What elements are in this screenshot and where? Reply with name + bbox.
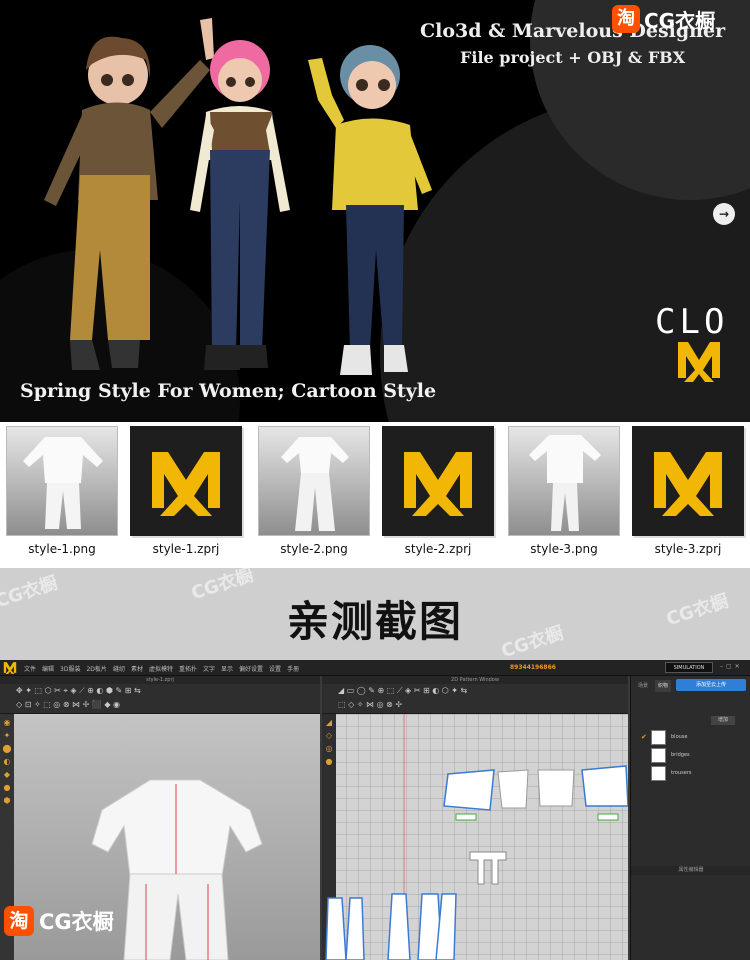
thumbnail-label: style-2.png [280,542,348,556]
thumbnail-label: style-3.zprj [654,542,722,556]
menu-item[interactable]: 重拓扑 [179,664,197,673]
window-controls[interactable]: –▢✕ [720,663,743,670]
brand-watermark: 淘 CG衣橱 [612,4,715,34]
marvelous-designer-icon [654,452,722,516]
thumbnail-label: style-2.zprj [404,542,472,556]
hero-banner: Clo3d & Marvelous Designer File project … [0,0,750,422]
thumbnail-label: style-1.png [28,542,96,556]
character-1 [44,18,214,370]
marvelous-designer-icon [404,452,472,516]
character-2 [190,40,290,370]
tool-row[interactable]: ◢ ▭ ◯ ✎ ⊕ ⬚ ⟋ ◈ ✂ ⊞ ◐ ⬡ ✦ ⇆ [338,686,467,696]
tool-row[interactable]: ⬚ ◇ ✧ ⋈ ◎ ⊗ ✢ [338,700,402,709]
pattern-window-2d[interactable]: ◢ ◇ ◎ ● [322,714,628,960]
app-logo-icon [3,662,17,674]
marvelous-designer-logo [678,342,720,382]
section-heading: 亲测截图 [286,597,463,646]
menu-item[interactable]: 2D板片 [86,664,106,673]
garment-preview-icon [281,437,349,531]
fabric-list-item[interactable]: trousers [641,765,750,782]
cloud-upload-button[interactable]: 添加至云上传 [676,679,746,691]
section-band: CG衣橱 CG衣橱 CG衣橱 CG衣橱 亲测截图 [0,568,750,660]
brand-watermark-text: CG衣橱 [644,8,716,33]
next-arrow-button[interactable]: → [713,203,735,225]
property-editor-title: 属性编辑器 [631,866,750,875]
tab-scene[interactable]: 场景 [635,680,651,692]
garment-preview-icon [23,437,103,529]
menu-item[interactable]: 3D服装 [60,664,80,673]
taobao-icon: 淘 [612,5,640,33]
fabric-label: blouse [671,734,688,740]
menu-item[interactable]: 偏好设置 [239,664,263,673]
menu-item[interactable]: 手册 [287,664,299,673]
character-3 [308,45,432,375]
marvelous-designer-icon [152,452,220,516]
menu-item[interactable]: 设置 [269,664,281,673]
thumbnail-label: style-3.png [530,542,598,556]
fabric-swatch [651,766,666,781]
menu-items: 文件 编辑 3D服装 2D板片 缝纫 素材 虚拟模特 重拓扑 文字 显示 偏好设… [24,664,299,673]
fabric-swatch [651,730,666,745]
window-2d-title: 2D Pattern Window [322,676,628,684]
menu-item[interactable]: 缝纫 [113,664,125,673]
brand-watermark-bottom: 淘 CG衣橱 [4,904,114,938]
hero-subtitle: File project + OBJ & FBX [460,48,686,67]
simulation-mode-select[interactable]: SIMULATION [665,662,713,673]
tool-row[interactable]: ✥ ✦ ⬚ ⬡ ✂ ⌖ ◈ ⟋ ⊕ ◐ ⬢ ✎ ⊞ ⇆ [16,686,141,696]
fabric-swatch [651,748,666,763]
garment-preview-icon [529,435,601,531]
pattern-pieces [325,714,628,960]
clo-logo: CLO [655,302,729,342]
thumbnail-style-2-zprj[interactable] [382,426,494,536]
thumbnail-style-3-png[interactable] [508,426,620,536]
toolbar-2d: 2D Pattern Window ◢ ▭ ◯ ✎ ⊕ ⬚ ⟋ ◈ ✂ ⊞ ◐ … [322,676,628,714]
account-id: 89344196866 [510,664,556,671]
file-thumbnails: style-1.png style-1.zprj style-2.png sty… [0,422,750,568]
thumbnail-style-1-png[interactable] [6,426,118,536]
window-3d-title: style-1.zprj [0,676,320,684]
check-icon: ✔ [641,733,647,741]
fabric-label: trousers [671,770,692,776]
tab-fabric[interactable]: 织物 [655,680,672,692]
brand-watermark-text: CG衣橱 [39,910,114,934]
menu-item[interactable]: 虚拟模特 [149,664,173,673]
hero-caption: Spring Style For Women; Cartoon Style [20,380,437,402]
menu-item[interactable]: 显示 [221,664,233,673]
thumbnail-style-3-zprj[interactable] [632,426,744,536]
fabric-list-item[interactable]: ✔ blouse [641,729,750,746]
menu-item[interactable]: 文件 [24,664,36,673]
thumbnail-style-1-zprj[interactable] [130,426,242,536]
fabric-list-item[interactable]: bridges [641,747,750,764]
object-browser-panel: 场景 织物 添加至云上传 增加 ✔ blouse bridges trouser… [630,676,750,960]
menu-bar: 文件 编辑 3D服装 2D板片 缝纫 素材 虚拟模特 重拓扑 文字 显示 偏好设… [0,660,750,676]
tool-row[interactable]: ◇ ⊡ ✧ ⬚ ◎ ⊗ ⋈ ✢ ⬛ ◆ ◉ [16,700,120,709]
toolbar-3d: style-1.zprj ✥ ✦ ⬚ ⬡ ✂ ⌖ ◈ ⟋ ⊕ ◐ ⬢ ✎ ⊞ ⇆… [0,676,320,714]
thumbnail-label: style-1.zprj [152,542,220,556]
menu-item[interactable]: 编辑 [42,664,54,673]
menu-item[interactable]: 文字 [203,664,215,673]
thumbnail-style-2-png[interactable] [258,426,370,536]
fabric-label: bridges [671,752,690,758]
menu-item[interactable]: 素材 [131,664,143,673]
add-fabric-button[interactable]: 增加 [711,716,735,725]
taobao-icon: 淘 [4,906,34,936]
